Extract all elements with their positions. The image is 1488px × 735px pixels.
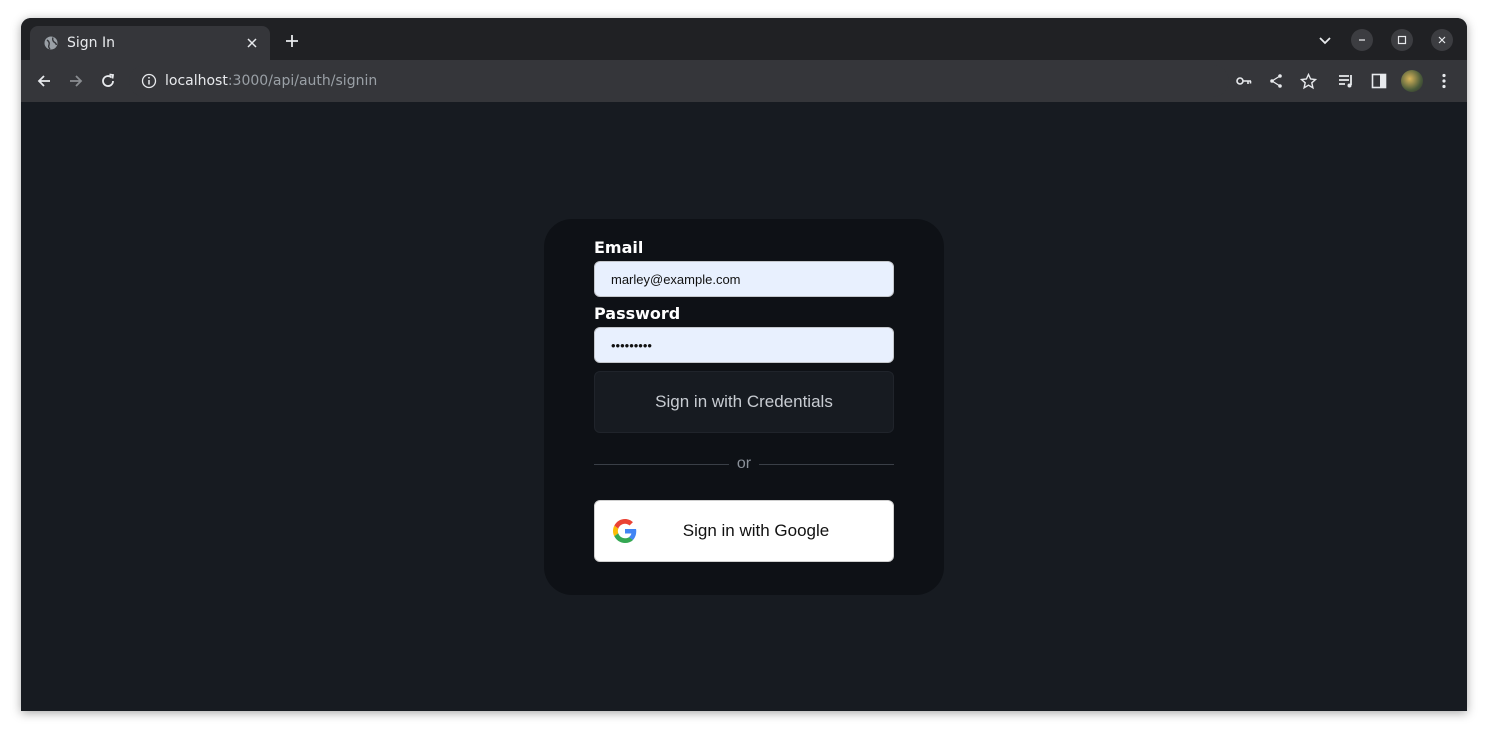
sign-in-google-label: Sign in with Google (682, 521, 830, 540)
url-host: localhost (165, 73, 228, 89)
close-tab-icon[interactable] (244, 35, 260, 51)
tab-title: Sign In (67, 35, 115, 51)
profile-avatar[interactable] (1401, 70, 1423, 92)
sign-in-google-button[interactable]: Sign in with Google (594, 500, 894, 562)
star-icon[interactable] (1299, 72, 1317, 90)
browser-toolbar: localhost:3000/api/auth/signin (21, 60, 1467, 102)
tab-signin[interactable]: Sign In (30, 26, 270, 60)
maximize-button[interactable] (1391, 29, 1413, 51)
divider-text: or (736, 455, 752, 472)
reading-list-icon[interactable] (1338, 72, 1356, 90)
sign-in-credentials-button[interactable]: Sign in with Credentials (594, 371, 894, 433)
page-content: Email marley@example.com Password ••••••… (21, 102, 1467, 711)
or-divider: or (594, 455, 895, 472)
address-bar[interactable]: localhost:3000/api/auth/signin (129, 65, 1229, 97)
sign-in-credentials-label: Sign in with Credentials (655, 392, 833, 411)
close-window-button[interactable] (1431, 29, 1453, 51)
email-field[interactable]: marley@example.com (594, 261, 894, 297)
info-icon[interactable] (141, 73, 157, 89)
forward-arrow-icon[interactable] (67, 72, 85, 90)
back-arrow-icon[interactable] (35, 72, 53, 90)
divider-line-right (759, 463, 895, 465)
share-icon[interactable] (1267, 72, 1285, 90)
password-field[interactable]: ••••••••• (594, 327, 894, 363)
divider-line-left (594, 463, 729, 465)
google-logo-icon (613, 519, 637, 543)
side-panel-icon[interactable] (1370, 72, 1388, 90)
minimize-button[interactable] (1351, 29, 1373, 51)
globe-icon (44, 36, 58, 50)
url-text: localhost:3000/api/auth/signin (165, 73, 377, 89)
more-menu-icon[interactable] (1435, 72, 1453, 90)
key-icon[interactable] (1235, 72, 1253, 90)
new-tab-button[interactable] (283, 32, 301, 50)
signin-card: Email marley@example.com Password ••••••… (544, 219, 944, 595)
reload-icon[interactable] (99, 72, 117, 90)
url-path: :3000/api/auth/signin (227, 73, 378, 89)
email-label: Email (594, 238, 644, 257)
password-label: Password (594, 304, 681, 323)
browser-window: Sign In localhost:3000/api/auth/signin E… (21, 18, 1467, 711)
tab-search-icon[interactable] (1317, 32, 1333, 48)
tab-strip: Sign In (21, 18, 1467, 60)
